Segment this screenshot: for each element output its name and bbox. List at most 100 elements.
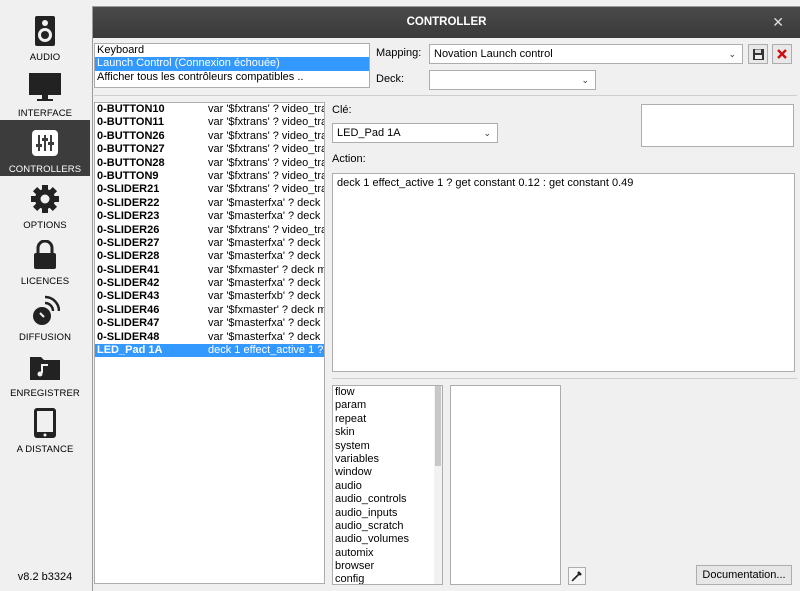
category-item[interactable]: system	[333, 440, 442, 453]
sidebar-item-diffusion[interactable]: DIFFUSION	[0, 288, 90, 344]
mapping-row[interactable]: 0-SLIDER26 var '$fxtrans' ? video_tra	[95, 224, 324, 237]
mapping-action: var '$fxtrans' ? video_tra	[208, 223, 324, 236]
sidebar-item-label: OPTIONS	[23, 220, 67, 231]
mapping-select[interactable]: Novation Launch control ⌄	[429, 44, 743, 64]
mapping-row[interactable]: 0-BUTTON11 var '$fxtrans' ? video_tra	[95, 116, 324, 129]
monitor-icon	[28, 70, 62, 104]
category-item[interactable]: browser	[333, 560, 442, 573]
mapping-action: var '$fxtrans' ? video_tra	[208, 143, 324, 156]
pipette-button[interactable]	[568, 567, 586, 585]
key-select[interactable]: LED_Pad 1A ⌄	[332, 123, 498, 143]
mapping-row[interactable]: 0-BUTTON27 var '$fxtrans' ? video_tra	[95, 143, 324, 156]
action-textarea[interactable]: deck 1 effect_active 1 ? get constant 0.…	[332, 173, 795, 372]
mapping-action: var '$masterfxa' ? deck	[208, 317, 321, 330]
close-icon[interactable]: ✕	[772, 14, 784, 31]
device-item[interactable]: Afficher tous les contrôleurs compatible…	[95, 71, 369, 84]
music-folder-icon	[28, 350, 62, 384]
category-item[interactable]: audio_scratch	[333, 520, 442, 533]
mapping-row[interactable]: 0-SLIDER47 var '$masterfxa' ? deck	[95, 317, 324, 330]
mapping-action: var '$fxtrans' ? video_tra	[208, 129, 324, 142]
mapping-row[interactable]: LED_Pad 1A deck 1 effect_active 1 ?	[95, 344, 324, 358]
category-list[interactable]: flow param repeat skin system variables window…	[332, 385, 443, 585]
chevron-down-icon: ⌄	[483, 128, 491, 138]
category-item[interactable]: variables	[333, 453, 442, 466]
category-item[interactable]: window	[333, 466, 442, 479]
mapping-row[interactable]: 0-SLIDER21 var '$fxtrans' ? video_tra	[95, 183, 324, 196]
mapping-key: 0-SLIDER21	[97, 183, 160, 196]
mapping-action: var '$masterfxa' ? deck	[208, 196, 321, 209]
mapping-action: var '$fxmaster' ? deck m	[208, 303, 324, 316]
lock-icon	[28, 238, 62, 272]
sliders-icon	[28, 126, 62, 160]
device-item[interactable]: Launch Control (Connexion échouée)	[95, 57, 369, 71]
mapping-key: LED_Pad 1A	[97, 344, 163, 357]
save-button[interactable]	[748, 44, 768, 64]
pipette-icon	[571, 571, 582, 582]
mapping-value: Novation Launch control	[434, 48, 553, 60]
mapping-row[interactable]: 0-SLIDER27 var '$masterfxa' ? deck	[95, 237, 324, 250]
mapping-key: 0-BUTTON11	[97, 116, 165, 129]
sidebar-item-a-distance[interactable]: A DISTANCE	[0, 400, 90, 456]
category-item[interactable]: audio	[333, 480, 442, 493]
mapping-row[interactable]: 0-SLIDER23 var '$masterfxa' ? deck	[95, 210, 324, 223]
mapping-row[interactable]: 0-BUTTON28 var '$fxtrans' ? video_tra	[95, 157, 324, 170]
sidebar-item-options[interactable]: OPTIONS	[0, 176, 90, 232]
mapping-key: 0-SLIDER47	[97, 317, 160, 330]
category-item[interactable]: param	[333, 399, 442, 412]
category-rows: flow param repeat skin system variables window…	[333, 386, 442, 584]
deck-select[interactable]: ⌄	[429, 70, 596, 90]
deck-label: Deck:	[376, 73, 405, 85]
mapping-key: 0-SLIDER26	[97, 223, 160, 236]
scrollbar-thumb[interactable]	[435, 386, 441, 466]
mapping-row[interactable]: 0-BUTTON26 var '$fxtrans' ? video_tra	[95, 130, 324, 143]
sidebar-item-interface[interactable]: INTERFACE	[0, 64, 90, 120]
floppy-icon	[752, 48, 764, 60]
category-item[interactable]: flow	[333, 386, 442, 399]
mapping-row[interactable]: 0-SLIDER41 var '$fxmaster' ? deck m	[95, 264, 324, 277]
mapping-label: Mapping:	[376, 47, 422, 59]
mapping-row[interactable]: 0-SLIDER46 var '$fxmaster' ? deck m	[95, 304, 324, 317]
delete-button[interactable]	[772, 44, 792, 64]
category-item[interactable]: repeat	[333, 413, 442, 426]
speaker-icon	[28, 14, 62, 48]
mapping-row[interactable]: 0-SLIDER22 var '$masterfxa' ? deck	[95, 197, 324, 210]
category-item[interactable]: automix	[333, 547, 442, 560]
sidebar-item-controllers[interactable]: CONTROLLERS	[0, 120, 90, 176]
command-list[interactable]	[450, 385, 561, 585]
gear-icon	[28, 182, 62, 216]
mapping-row[interactable]: 0-SLIDER42 var '$masterfxa' ? deck	[95, 277, 324, 290]
mapping-key: 0-BUTTON27	[97, 143, 165, 156]
mapping-row[interactable]: 0-SLIDER48 var '$masterfxa' ? deck	[95, 331, 324, 344]
category-item[interactable]: skin	[333, 426, 442, 439]
scrollbar[interactable]	[434, 386, 442, 584]
mapping-row[interactable]: 0-BUTTON10 var '$fxtrans' ? video_tra	[95, 103, 324, 116]
chevron-down-icon: ⌄	[728, 49, 736, 59]
divider	[94, 95, 797, 96]
sidebar-item-audio[interactable]: AUDIO	[0, 8, 90, 64]
category-item[interactable]: audio_inputs	[333, 507, 442, 520]
category-item[interactable]: audio_volumes	[333, 533, 442, 546]
delete-icon	[777, 49, 787, 59]
mapping-list[interactable]: 0-BUTTON10 var '$fxtrans' ? video_tra 0-BU…	[94, 102, 325, 584]
mapping-key: 0-SLIDER41	[97, 263, 160, 276]
category-item[interactable]: audio_controls	[333, 493, 442, 506]
mapping-key: 0-SLIDER48	[97, 330, 160, 343]
mapping-action: deck 1 effect_active 1 ?	[208, 344, 324, 357]
dialog-title: CONTROLLER	[406, 16, 487, 28]
mapping-action: var '$fxtrans' ? video_tra	[208, 156, 324, 169]
mapping-row[interactable]: 0-BUTTON9 var '$fxtrans' ? video_tra	[95, 170, 324, 183]
documentation-button[interactable]: Documentation...	[696, 565, 792, 585]
mapping-key: 0-BUTTON26	[97, 129, 165, 142]
mapping-row[interactable]: 0-SLIDER43 var '$masterfxb' ? deck	[95, 290, 324, 303]
sidebar-item-enregistrer[interactable]: ENREGISTRER	[0, 344, 90, 400]
sidebar-item-label: DIFFUSION	[18, 332, 72, 343]
device-list[interactable]: Keyboard Launch Control (Connexion échou…	[94, 43, 370, 88]
device-item[interactable]: Keyboard	[95, 44, 369, 57]
sidebar-item-licences[interactable]: LICENCES	[0, 232, 90, 288]
mapping-row[interactable]: 0-SLIDER28 var '$masterfxa' ? deck	[95, 250, 324, 263]
sidebar-item-label: AUDIO	[29, 52, 61, 63]
broadcast-icon	[28, 294, 62, 328]
key-preview-box	[641, 104, 794, 147]
category-item[interactable]: config	[333, 573, 442, 584]
mapping-action: var '$masterfxa' ? deck	[208, 277, 321, 290]
